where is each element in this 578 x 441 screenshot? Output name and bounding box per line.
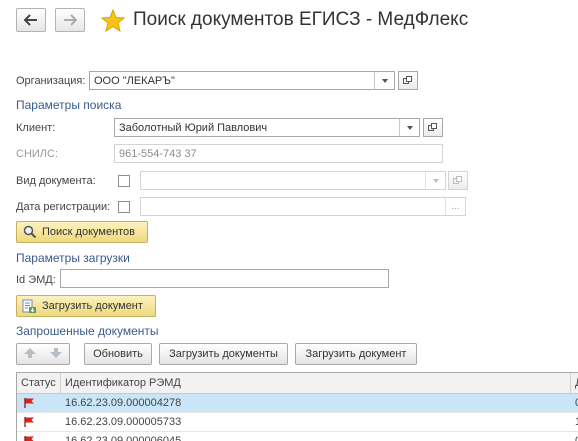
organization-label: Организация:: [16, 75, 86, 87]
move-up-button[interactable]: [23, 347, 37, 362]
chevron-down-icon: [406, 125, 413, 130]
refresh-button[interactable]: Обновить: [84, 343, 152, 365]
remd-id-cell: 16.62.23.09.000005733: [65, 416, 182, 428]
organization-open-button[interactable]: [398, 71, 418, 90]
snils-label: СНИЛС:: [16, 148, 59, 160]
client-dropdown-button[interactable]: [399, 119, 419, 136]
reg-date-label: Дата регистрации:: [16, 201, 111, 213]
search-documents-button[interactable]: Поиск документов: [16, 221, 148, 243]
search-params-heading: Параметры поиска: [16, 98, 122, 112]
search-documents-label: Поиск документов: [42, 226, 136, 238]
forward-button[interactable]: [55, 8, 85, 32]
remd-id-cell: 16.62.23.09.000004278: [65, 397, 182, 409]
reg-date-picker-button: ...: [445, 198, 465, 215]
snils-field: 961-554-743 37: [114, 144, 443, 163]
client-value: Заболотный Юрий Павлович: [119, 122, 268, 134]
magnifier-icon: [23, 225, 37, 239]
client-field[interactable]: Заболотный Юрий Павлович: [114, 118, 420, 137]
arrow-right-icon: [64, 14, 77, 26]
refresh-label: Обновить: [93, 348, 143, 360]
chevron-down-icon: [381, 78, 388, 83]
open-form-icon: [453, 176, 463, 185]
table-header: Статус Идентификатор РЭМД Д: [17, 373, 578, 394]
reg-date-field: ...: [140, 197, 466, 216]
doc-type-open-button: [448, 171, 468, 190]
requested-documents-heading: Запрошенные документы: [16, 324, 159, 338]
emd-id-input[interactable]: [60, 269, 389, 288]
open-form-icon: [403, 76, 413, 85]
load-documents-button[interactable]: Загрузить документы: [159, 343, 288, 365]
load-document-toolbar-button[interactable]: Загрузить документ: [295, 343, 417, 365]
doc-type-field: [140, 171, 446, 190]
table-row[interactable]: 16.62.23.09.000005733 1: [17, 413, 578, 432]
organization-dropdown-button[interactable]: [374, 72, 394, 89]
requested-documents-table[interactable]: Статус Идентификатор РЭМД Д 16.62.23.09.…: [16, 372, 578, 441]
arrow-down-icon: [50, 347, 62, 358]
load-document-toolbar-label: Загрузить документ: [305, 348, 407, 360]
client-label: Клиент:: [16, 122, 56, 134]
column-header-status[interactable]: Статус: [17, 373, 61, 393]
load-document-icon: [22, 299, 36, 313]
window-title: Поиск документов ЕГИСЗ - МедФлекс: [133, 9, 469, 30]
organization-value: ООО "ЛЕКАРЪ": [94, 75, 175, 87]
organization-field[interactable]: ООО "ЛЕКАРЪ": [89, 71, 395, 90]
star-icon: [100, 8, 126, 33]
move-down-button[interactable]: [49, 347, 63, 362]
open-form-icon: [428, 123, 438, 132]
doc-type-checkbox[interactable]: [118, 175, 130, 187]
arrow-up-icon: [24, 347, 36, 358]
red-flag-icon: [24, 417, 34, 427]
load-document-button[interactable]: Загрузить документ: [16, 295, 156, 317]
red-flag-icon: [24, 436, 34, 441]
arrow-left-icon: [24, 14, 37, 26]
extra-cell: 0: [571, 394, 578, 412]
snils-value: 961-554-743 37: [119, 148, 197, 160]
move-buttons-group: [16, 343, 70, 365]
back-button[interactable]: [16, 8, 46, 32]
load-params-heading: Параметры загрузки: [16, 251, 130, 265]
emd-id-label: Id ЭМД:: [16, 274, 56, 286]
column-header-extra[interactable]: Д: [571, 373, 578, 393]
doc-type-dropdown-button: [425, 172, 445, 189]
client-open-button[interactable]: [423, 118, 443, 137]
column-header-remd-id[interactable]: Идентификатор РЭМД: [61, 373, 571, 393]
load-document-label: Загрузить документ: [42, 300, 143, 312]
extra-cell: 1: [571, 413, 578, 431]
favorite-star-button[interactable]: [100, 8, 126, 35]
reg-date-checkbox[interactable]: [118, 201, 130, 213]
doc-type-label: Вид документа:: [16, 175, 96, 187]
chevron-down-icon: [432, 178, 439, 183]
table-row[interactable]: 16.62.23.09.000004278 0: [17, 394, 578, 413]
red-flag-icon: [24, 398, 34, 408]
load-documents-label: Загрузить документы: [169, 348, 278, 360]
